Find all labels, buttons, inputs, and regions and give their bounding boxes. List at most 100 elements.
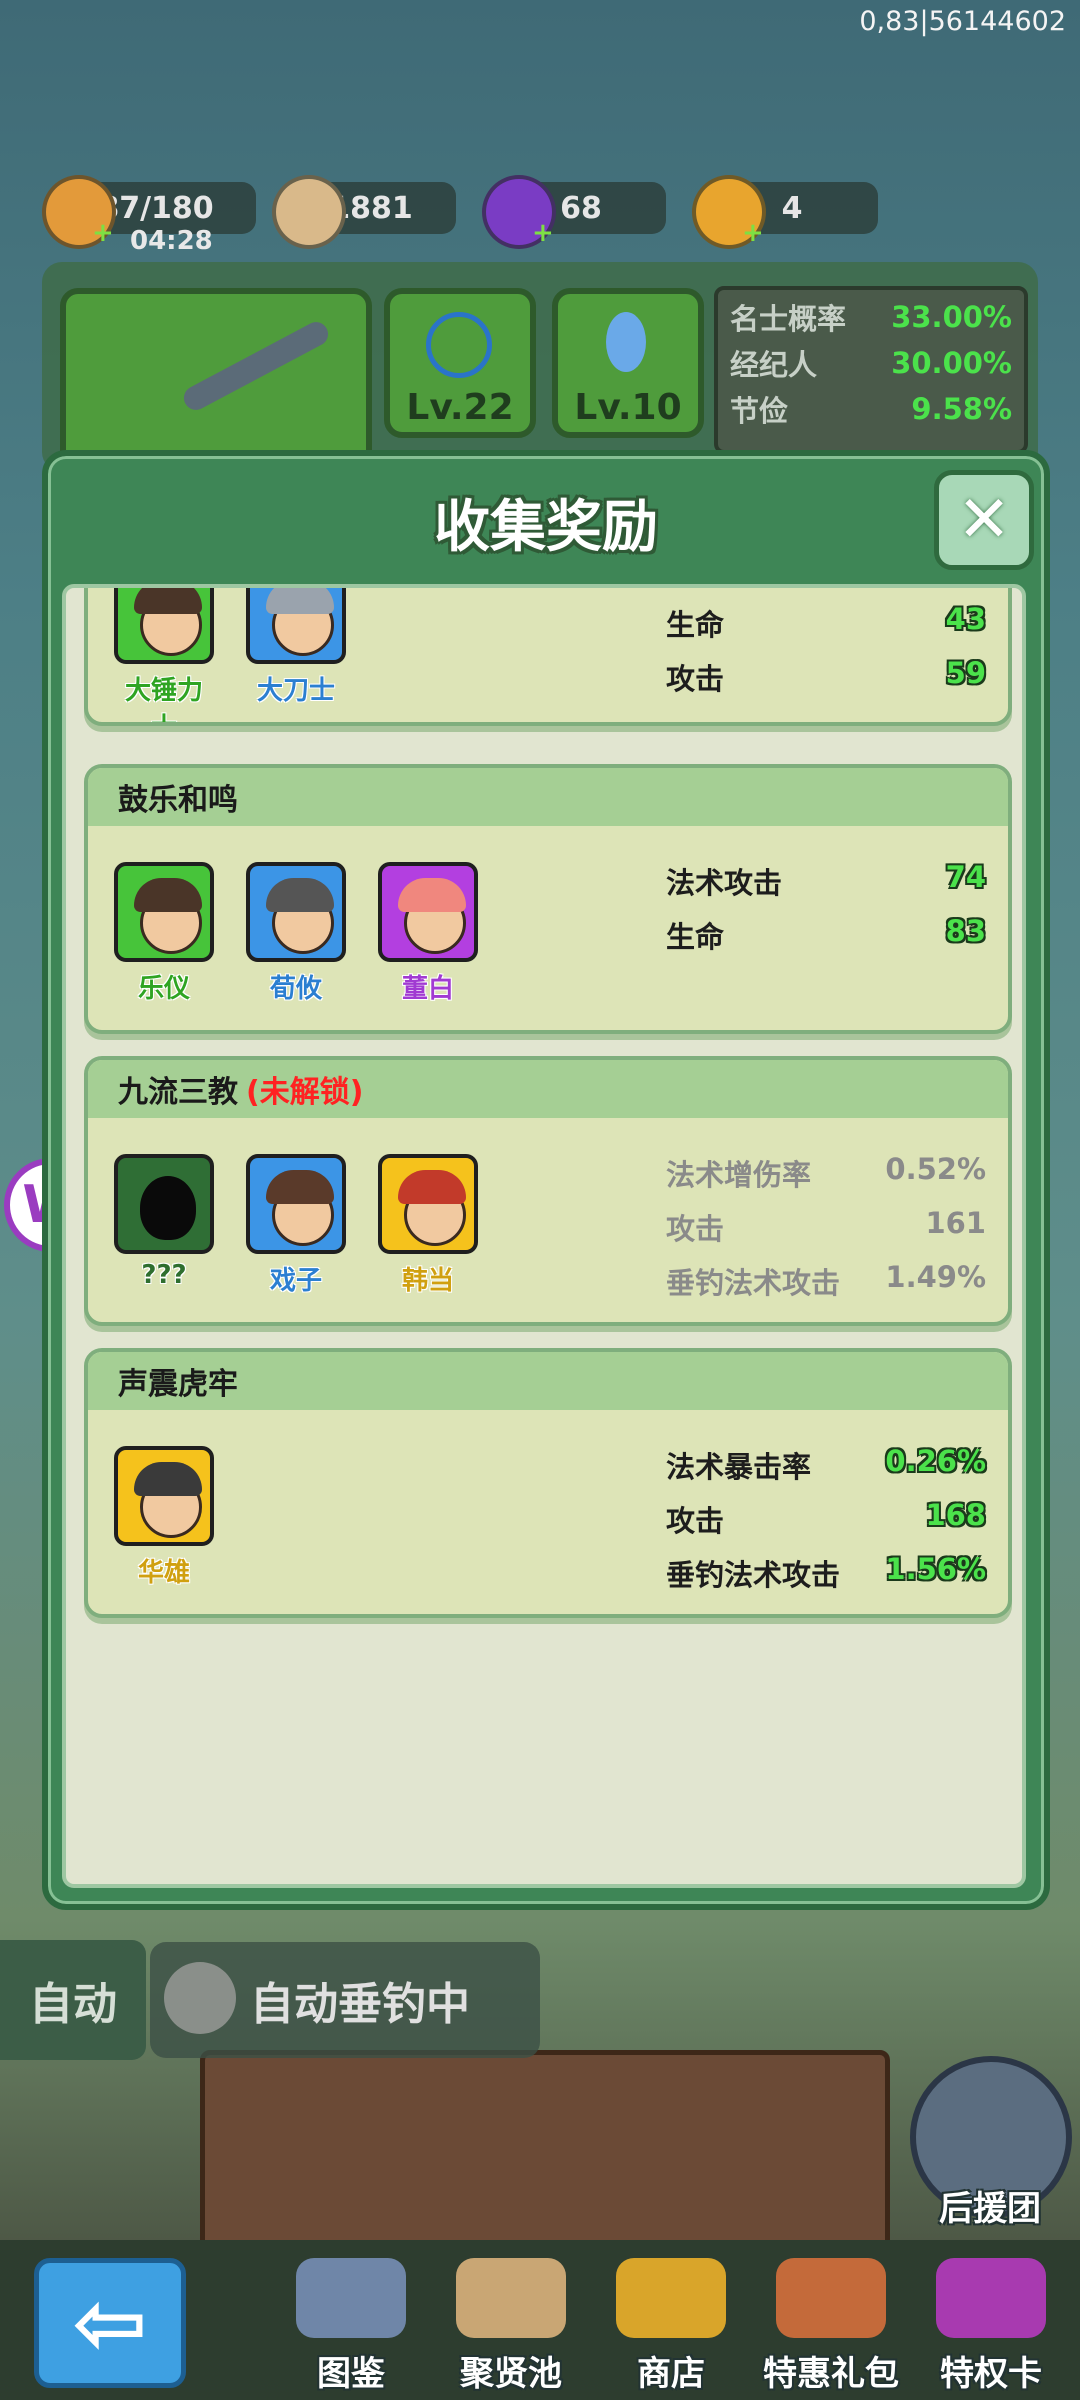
wooden-dock — [200, 2050, 890, 2250]
hero-portrait — [114, 1446, 214, 1546]
coin-resource[interactable]: 1881 — [272, 175, 456, 249]
silhouette-icon — [140, 1176, 196, 1240]
stat-label: 垂钓法术攻击 — [666, 1558, 841, 1592]
hero-name: 乐仪 — [137, 974, 190, 1004]
fishing-line-icon — [426, 312, 492, 378]
stamina-timer: 04:28 — [130, 226, 213, 256]
nav-item-recruit[interactable]: 聚贤池 — [436, 2258, 586, 2394]
prob-label: 节俭 — [730, 394, 789, 428]
hero-name: 荀攸 — [269, 974, 322, 1004]
hero-name: 大锤力士 — [124, 676, 203, 722]
prob-value: 9.58% — [911, 392, 1012, 426]
hero-item[interactable]: 韩当 — [378, 1154, 478, 1297]
collection-card-locked: 九流三教 (未解锁) ??? 戏子 韩当 法术增伤率 0.52% 攻击 161 … — [84, 1056, 1012, 1326]
stat-row: 法术增伤率 0.52% — [666, 1152, 986, 1194]
stat-label: 法术攻击 — [666, 866, 783, 900]
stat-row: 法术暴击率 0.26% — [666, 1444, 986, 1486]
nav-label: 特惠礼包 — [763, 2354, 899, 2394]
hero-item[interactable]: ??? — [114, 1154, 214, 1290]
stat-row: 生命 83 — [666, 914, 986, 956]
probability-box: 名士概率 33.00% 经纪人 30.00% 节俭 9.58% — [714, 286, 1028, 454]
back-arrow-icon: ⇦ — [72, 2270, 148, 2376]
nav-item-codex[interactable]: 图鉴 — [276, 2258, 426, 2394]
support-team-label: 后援团 — [939, 2189, 1041, 2229]
line-level: Lv.22 — [406, 387, 514, 428]
prob-label: 名士概率 — [730, 302, 847, 336]
back-button[interactable]: ⇦ — [34, 2258, 186, 2388]
nav-item-privilege-card[interactable]: 特权卡 — [916, 2258, 1066, 2394]
stat-label: 攻击 — [666, 662, 725, 696]
nav-item-gift-pack[interactable]: 特惠礼包 — [756, 2258, 906, 2394]
stat-row: 垂钓法术攻击 1.49% — [666, 1260, 986, 1302]
stat-value: 168 — [925, 1498, 986, 1532]
stat-row: 攻击 168 — [666, 1498, 986, 1540]
modal-title: 收集奖励 — [434, 495, 658, 560]
stat-row: 攻击 161 — [666, 1206, 986, 1248]
hero-item[interactable]: 董白 — [378, 862, 478, 1005]
stat-label: 垂钓法术攻击 — [666, 1266, 841, 1300]
ticket-resource[interactable]: 4 + — [692, 175, 878, 249]
gear-icon — [164, 1962, 236, 2034]
stat-value: 83 — [945, 914, 986, 948]
hero-item[interactable]: 大刀士 — [246, 588, 346, 707]
hero-portrait — [114, 862, 214, 962]
hero-portrait — [246, 862, 346, 962]
nav-item-shop[interactable]: 商店 — [596, 2258, 746, 2394]
hero-portrait-unknown — [114, 1154, 214, 1254]
auto-button[interactable]: 自动 — [0, 1940, 146, 2060]
ticket-value: 4 — [781, 190, 803, 226]
stat-row: 垂钓法术攻击 1.56% — [666, 1552, 986, 1594]
auto-fishing-status[interactable]: 自动垂钓中 — [150, 1942, 540, 2058]
nav-label: 商店 — [637, 2354, 705, 2394]
nav-label: 聚贤池 — [460, 2354, 562, 2394]
stat-value: 74 — [945, 860, 986, 894]
user-id-text: 0,83|56144602 — [859, 6, 1066, 37]
locked-badge: (未解锁) — [246, 1075, 364, 1110]
bobber-slot[interactable]: Lv.10 — [552, 288, 704, 438]
hero-name: ??? — [141, 1260, 187, 1290]
stat-label: 攻击 — [666, 1504, 725, 1538]
stat-value: 43 — [945, 602, 986, 636]
scroll-icon — [456, 2258, 566, 2338]
collection-card: 声震虎牢 华雄 法术暴击率 0.26% 攻击 168 垂钓法术攻击 1.56% — [84, 1348, 1012, 1618]
card-title: 鼓乐和鸣 — [88, 768, 1008, 826]
stat-label: 法术暴击率 — [666, 1450, 812, 1484]
hero-name: 华雄 — [137, 1558, 190, 1588]
close-button[interactable]: ✕ — [934, 470, 1034, 570]
hero-item[interactable]: 戏子 — [246, 1154, 346, 1297]
stat-row: 生命 43 — [666, 602, 986, 644]
add-stamina-icon[interactable]: + — [92, 218, 114, 248]
stat-value: 1.49% — [885, 1260, 986, 1294]
collection-card: 大锤力士 大刀士 生命 43 攻击 59 — [84, 588, 1012, 726]
bobber-icon — [606, 312, 646, 372]
hero-item[interactable]: 大锤力士 — [114, 588, 214, 722]
gift-icon — [776, 2258, 886, 2338]
line-slot[interactable]: Lv.22 — [384, 288, 536, 438]
collection-reward-modal: 收集奖励 ✕ 大锤力士 大刀士 生命 43 攻击 59 鼓乐和鸣 — [42, 450, 1050, 1910]
stat-row: 法术攻击 74 — [666, 860, 986, 902]
add-ticket-icon[interactable]: + — [742, 218, 764, 248]
hero-portrait — [246, 1154, 346, 1254]
prob-value: 30.00% — [891, 346, 1012, 380]
prob-label: 经纪人 — [730, 348, 818, 382]
treasure-pot-icon — [616, 2258, 726, 2338]
hero-item[interactable]: 华雄 — [114, 1446, 214, 1589]
nav-label: 特权卡 — [940, 2354, 1042, 2394]
stat-value: 0.52% — [885, 1152, 986, 1186]
hero-item[interactable]: 乐仪 — [114, 862, 214, 1005]
collection-card: 鼓乐和鸣 乐仪 荀攸 董白 法术攻击 74 生命 83 — [84, 764, 1012, 1034]
prob-value: 33.00% — [891, 300, 1012, 334]
close-icon: ✕ — [957, 483, 1011, 557]
nav-label: 图鉴 — [317, 2354, 385, 2394]
stat-value: 0.26% — [885, 1444, 986, 1478]
gem-resource[interactable]: 68 + — [482, 175, 666, 249]
hero-item[interactable]: 荀攸 — [246, 862, 346, 1005]
add-gem-icon[interactable]: + — [532, 218, 554, 248]
fishing-rod-icon — [179, 317, 333, 415]
bobber-level: Lv.10 — [574, 387, 682, 428]
stat-label: 攻击 — [666, 1212, 725, 1246]
collection-list[interactable]: 大锤力士 大刀士 生命 43 攻击 59 鼓乐和鸣 乐仪 — [62, 584, 1026, 1888]
card-title: 九流三教 (未解锁) — [88, 1060, 1008, 1118]
support-team-button[interactable]: 后援团 — [910, 2056, 1072, 2236]
stat-row: 攻击 59 — [666, 656, 986, 698]
